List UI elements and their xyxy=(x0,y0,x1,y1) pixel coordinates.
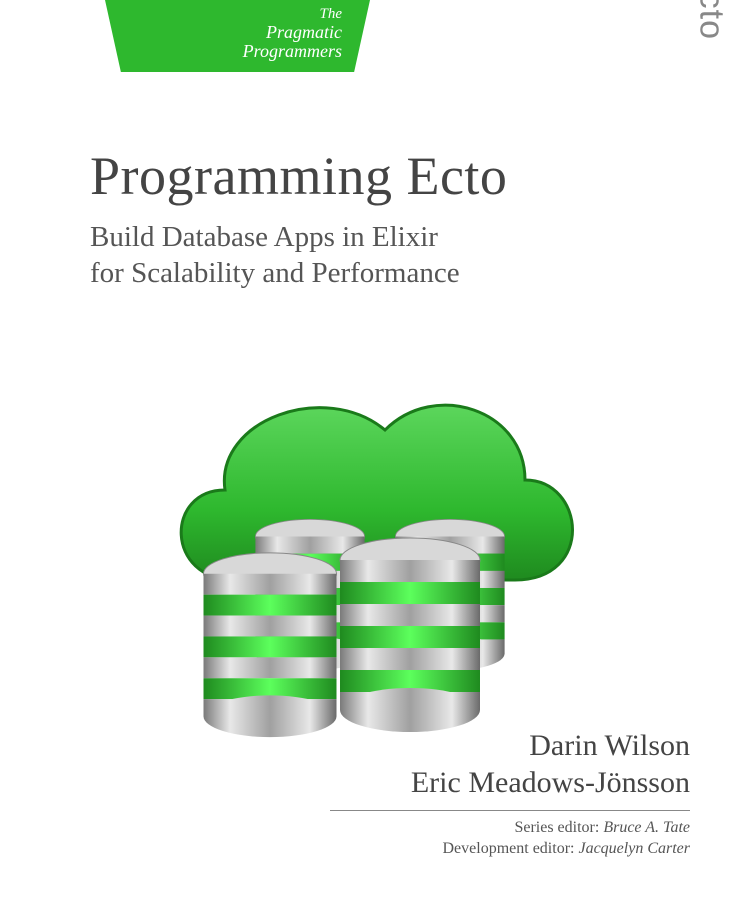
credits-block: Darin Wilson Eric Meadows-Jönsson Series… xyxy=(330,727,690,860)
database-icon xyxy=(335,535,485,735)
publisher-badge: The Pragmatic Programmers xyxy=(105,0,370,72)
publisher-line: Pragmatic xyxy=(133,23,342,43)
publisher-line: The xyxy=(133,6,342,23)
ecto-logo: ecto xyxy=(691,0,730,40)
book-title: Programming Ecto xyxy=(90,145,650,207)
ecto-text: ecto xyxy=(691,0,730,40)
editor-line: Series editor: Bruce A. Tate xyxy=(330,817,690,839)
database-icon xyxy=(199,550,342,740)
editor-line: Development editor: Jacquelyn Carter xyxy=(330,838,690,860)
title-block: Programming Ecto Build Database Apps in … xyxy=(90,145,650,292)
divider xyxy=(330,810,690,811)
publisher-line: Programmers xyxy=(133,42,342,62)
cover-illustration xyxy=(135,340,635,760)
author-name: Eric Meadows-Jönsson xyxy=(330,764,690,802)
book-subtitle: Build Database Apps in Elixir for Scalab… xyxy=(90,219,650,292)
